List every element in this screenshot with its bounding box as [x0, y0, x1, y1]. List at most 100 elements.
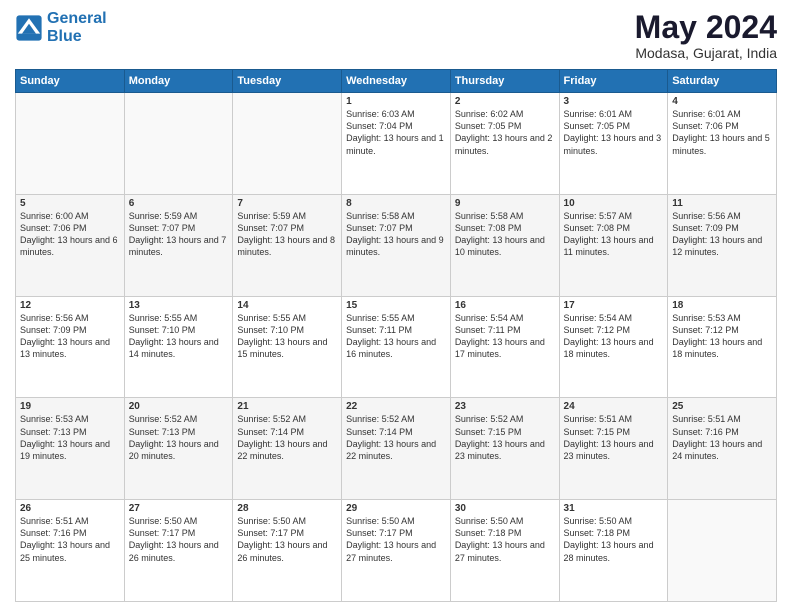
header: General Blue May 2024 Modasa, Gujarat, I…: [15, 10, 777, 61]
day-info: Sunrise: 5:55 AM Sunset: 7:10 PM Dayligh…: [237, 312, 337, 361]
day-number: 4: [672, 96, 772, 107]
day-info: Sunrise: 5:52 AM Sunset: 7:13 PM Dayligh…: [129, 413, 229, 462]
day-number: 27: [129, 503, 229, 514]
calendar-cell: 25Sunrise: 5:51 AM Sunset: 7:16 PM Dayli…: [668, 398, 777, 500]
calendar-cell: 21Sunrise: 5:52 AM Sunset: 7:14 PM Dayli…: [233, 398, 342, 500]
calendar-cell: 12Sunrise: 5:56 AM Sunset: 7:09 PM Dayli…: [16, 296, 125, 398]
calendar-cell: 20Sunrise: 5:52 AM Sunset: 7:13 PM Dayli…: [124, 398, 233, 500]
day-info: Sunrise: 5:50 AM Sunset: 7:18 PM Dayligh…: [455, 515, 555, 564]
calendar-cell: 9Sunrise: 5:58 AM Sunset: 7:08 PM Daylig…: [450, 194, 559, 296]
day-info: Sunrise: 5:52 AM Sunset: 7:14 PM Dayligh…: [346, 413, 446, 462]
logo-text: General Blue: [47, 10, 107, 45]
day-info: Sunrise: 5:59 AM Sunset: 7:07 PM Dayligh…: [129, 210, 229, 259]
day-info: Sunrise: 6:01 AM Sunset: 7:05 PM Dayligh…: [564, 108, 664, 157]
day-info: Sunrise: 6:02 AM Sunset: 7:05 PM Dayligh…: [455, 108, 555, 157]
day-info: Sunrise: 5:53 AM Sunset: 7:12 PM Dayligh…: [672, 312, 772, 361]
calendar-header: SundayMondayTuesdayWednesdayThursdayFrid…: [16, 70, 777, 93]
calendar-cell: [16, 93, 125, 195]
calendar-cell: 8Sunrise: 5:58 AM Sunset: 7:07 PM Daylig…: [342, 194, 451, 296]
day-info: Sunrise: 5:50 AM Sunset: 7:17 PM Dayligh…: [237, 515, 337, 564]
day-info: Sunrise: 5:51 AM Sunset: 7:16 PM Dayligh…: [20, 515, 120, 564]
day-info: Sunrise: 5:51 AM Sunset: 7:15 PM Dayligh…: [564, 413, 664, 462]
day-info: Sunrise: 5:50 AM Sunset: 7:18 PM Dayligh…: [564, 515, 664, 564]
day-number: 8: [346, 198, 446, 209]
calendar-cell: 26Sunrise: 5:51 AM Sunset: 7:16 PM Dayli…: [16, 500, 125, 602]
calendar-cell: 5Sunrise: 6:00 AM Sunset: 7:06 PM Daylig…: [16, 194, 125, 296]
calendar-week-row: 5Sunrise: 6:00 AM Sunset: 7:06 PM Daylig…: [16, 194, 777, 296]
day-number: 17: [564, 300, 664, 311]
weekday-header: Saturday: [668, 70, 777, 93]
calendar-body: 1Sunrise: 6:03 AM Sunset: 7:04 PM Daylig…: [16, 93, 777, 602]
day-number: 12: [20, 300, 120, 311]
calendar-cell: 13Sunrise: 5:55 AM Sunset: 7:10 PM Dayli…: [124, 296, 233, 398]
logo-line1: General: [47, 10, 107, 27]
logo-icon: [15, 14, 43, 42]
day-info: Sunrise: 5:55 AM Sunset: 7:10 PM Dayligh…: [129, 312, 229, 361]
day-info: Sunrise: 6:03 AM Sunset: 7:04 PM Dayligh…: [346, 108, 446, 157]
calendar-cell: 16Sunrise: 5:54 AM Sunset: 7:11 PM Dayli…: [450, 296, 559, 398]
calendar-cell: 31Sunrise: 5:50 AM Sunset: 7:18 PM Dayli…: [559, 500, 668, 602]
calendar-cell: 6Sunrise: 5:59 AM Sunset: 7:07 PM Daylig…: [124, 194, 233, 296]
calendar-cell: 15Sunrise: 5:55 AM Sunset: 7:11 PM Dayli…: [342, 296, 451, 398]
calendar-cell: 24Sunrise: 5:51 AM Sunset: 7:15 PM Dayli…: [559, 398, 668, 500]
day-number: 21: [237, 401, 337, 412]
weekday-header: Sunday: [16, 70, 125, 93]
day-number: 13: [129, 300, 229, 311]
day-number: 15: [346, 300, 446, 311]
calendar-cell: 27Sunrise: 5:50 AM Sunset: 7:17 PM Dayli…: [124, 500, 233, 602]
day-info: Sunrise: 5:53 AM Sunset: 7:13 PM Dayligh…: [20, 413, 120, 462]
day-info: Sunrise: 5:56 AM Sunset: 7:09 PM Dayligh…: [672, 210, 772, 259]
weekday-header: Thursday: [450, 70, 559, 93]
day-info: Sunrise: 5:51 AM Sunset: 7:16 PM Dayligh…: [672, 413, 772, 462]
weekday-row: SundayMondayTuesdayWednesdayThursdayFrid…: [16, 70, 777, 93]
day-info: Sunrise: 6:01 AM Sunset: 7:06 PM Dayligh…: [672, 108, 772, 157]
calendar-cell: 11Sunrise: 5:56 AM Sunset: 7:09 PM Dayli…: [668, 194, 777, 296]
calendar-week-row: 12Sunrise: 5:56 AM Sunset: 7:09 PM Dayli…: [16, 296, 777, 398]
day-number: 22: [346, 401, 446, 412]
logo: General Blue: [15, 10, 107, 45]
day-number: 30: [455, 503, 555, 514]
day-number: 23: [455, 401, 555, 412]
day-number: 1: [346, 96, 446, 107]
day-number: 24: [564, 401, 664, 412]
day-number: 18: [672, 300, 772, 311]
calendar-cell: 22Sunrise: 5:52 AM Sunset: 7:14 PM Dayli…: [342, 398, 451, 500]
calendar-cell: 10Sunrise: 5:57 AM Sunset: 7:08 PM Dayli…: [559, 194, 668, 296]
day-number: 7: [237, 198, 337, 209]
calendar-week-row: 26Sunrise: 5:51 AM Sunset: 7:16 PM Dayli…: [16, 500, 777, 602]
calendar-week-row: 19Sunrise: 5:53 AM Sunset: 7:13 PM Dayli…: [16, 398, 777, 500]
day-info: Sunrise: 5:58 AM Sunset: 7:08 PM Dayligh…: [455, 210, 555, 259]
calendar-cell: 19Sunrise: 5:53 AM Sunset: 7:13 PM Dayli…: [16, 398, 125, 500]
location: Modasa, Gujarat, India: [635, 45, 777, 61]
day-info: Sunrise: 5:52 AM Sunset: 7:15 PM Dayligh…: [455, 413, 555, 462]
month-title: May 2024: [635, 10, 777, 45]
calendar-cell: 4Sunrise: 6:01 AM Sunset: 7:06 PM Daylig…: [668, 93, 777, 195]
day-info: Sunrise: 5:54 AM Sunset: 7:11 PM Dayligh…: [455, 312, 555, 361]
weekday-header: Monday: [124, 70, 233, 93]
calendar-cell: [124, 93, 233, 195]
calendar-cell: 18Sunrise: 5:53 AM Sunset: 7:12 PM Dayli…: [668, 296, 777, 398]
day-number: 31: [564, 503, 664, 514]
calendar-cell: 7Sunrise: 5:59 AM Sunset: 7:07 PM Daylig…: [233, 194, 342, 296]
day-info: Sunrise: 5:58 AM Sunset: 7:07 PM Dayligh…: [346, 210, 446, 259]
title-area: May 2024 Modasa, Gujarat, India: [635, 10, 777, 61]
calendar-cell: 28Sunrise: 5:50 AM Sunset: 7:17 PM Dayli…: [233, 500, 342, 602]
day-info: Sunrise: 5:59 AM Sunset: 7:07 PM Dayligh…: [237, 210, 337, 259]
day-info: Sunrise: 5:56 AM Sunset: 7:09 PM Dayligh…: [20, 312, 120, 361]
day-info: Sunrise: 6:00 AM Sunset: 7:06 PM Dayligh…: [20, 210, 120, 259]
day-number: 9: [455, 198, 555, 209]
weekday-header: Tuesday: [233, 70, 342, 93]
calendar-cell: [668, 500, 777, 602]
day-number: 25: [672, 401, 772, 412]
day-info: Sunrise: 5:54 AM Sunset: 7:12 PM Dayligh…: [564, 312, 664, 361]
day-number: 6: [129, 198, 229, 209]
day-number: 26: [20, 503, 120, 514]
calendar-cell: 14Sunrise: 5:55 AM Sunset: 7:10 PM Dayli…: [233, 296, 342, 398]
calendar-cell: 30Sunrise: 5:50 AM Sunset: 7:18 PM Dayli…: [450, 500, 559, 602]
day-info: Sunrise: 5:50 AM Sunset: 7:17 PM Dayligh…: [346, 515, 446, 564]
calendar-cell: 29Sunrise: 5:50 AM Sunset: 7:17 PM Dayli…: [342, 500, 451, 602]
day-info: Sunrise: 5:52 AM Sunset: 7:14 PM Dayligh…: [237, 413, 337, 462]
day-info: Sunrise: 5:50 AM Sunset: 7:17 PM Dayligh…: [129, 515, 229, 564]
day-number: 16: [455, 300, 555, 311]
weekday-header: Friday: [559, 70, 668, 93]
